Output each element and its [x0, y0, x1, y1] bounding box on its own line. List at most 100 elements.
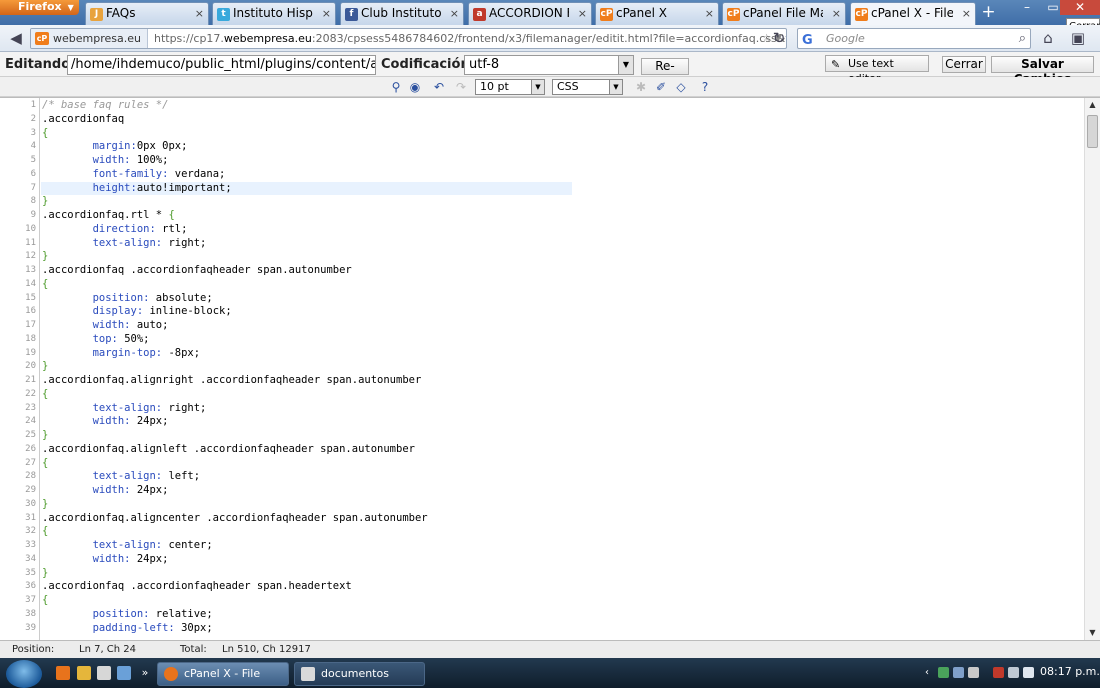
taskbar-item-firefox[interactable]: cPanel X - File Mana...	[157, 662, 289, 686]
search-input[interactable]: G Google ⌕	[797, 28, 1031, 49]
taskbar-item-label: cPanel X - File Mana...	[184, 667, 261, 680]
taskbar-item-label: documentos	[321, 667, 389, 680]
close-icon[interactable]: ×	[962, 3, 971, 24]
scroll-down-icon[interactable]: ▼	[1085, 626, 1100, 640]
help-icon[interactable]: ?	[697, 79, 713, 95]
code-line: .accordionfaq .accordionfaqheader span.a…	[42, 264, 352, 276]
close-icon[interactable]: ×	[450, 3, 459, 24]
browser-tab[interactable]: cPcPanel File Manag... ×	[722, 2, 846, 25]
search-icon[interactable]: ⚲	[388, 79, 404, 95]
taskbar-item-documentos[interactable]: documentos	[294, 662, 425, 686]
browser-tab[interactable]: aACCORDION FAQ... ×	[468, 2, 592, 25]
reopen-button[interactable]: Re-open	[641, 58, 689, 88]
line-number: 5	[30, 155, 36, 165]
minimize-button[interactable]: –	[1014, 0, 1040, 15]
encoding-select[interactable]: utf-8 ▼	[464, 55, 634, 75]
browser-tab[interactable]: cPcPanel X - File Ma... ×	[850, 2, 976, 25]
font-size-select[interactable]: 10 pt ▼	[475, 79, 545, 95]
browser-tab[interactable]: fClub Instituto His... ×	[340, 2, 464, 25]
close-icon[interactable]: ×	[832, 3, 841, 24]
folder-icon[interactable]	[77, 666, 91, 680]
line-number: 27	[25, 457, 36, 468]
line-number: 7	[30, 182, 36, 193]
back-arrow-icon[interactable]: ◀	[5, 28, 27, 48]
use-text-editor-button[interactable]: ✎ Use text editor	[825, 55, 929, 85]
clock[interactable]: 08:17 p.m.	[1040, 665, 1100, 678]
cpanel-icon: cP	[855, 8, 868, 21]
addon-icon[interactable]: ▣	[1067, 28, 1089, 48]
desktop-icon[interactable]	[117, 666, 131, 680]
line-number: 37	[25, 595, 36, 605]
site-identity[interactable]: cP webempresa.eu	[31, 29, 148, 48]
undo-icon[interactable]: ↶	[431, 79, 447, 95]
code-line: position: absolute;	[92, 291, 213, 304]
chevron-right-icon[interactable]: »	[138, 666, 152, 680]
url-domain: webempresa.eu	[223, 32, 312, 45]
close-editor-button[interactable]: Cerrar	[942, 56, 986, 73]
close-icon[interactable]: ×	[322, 3, 331, 24]
cpanel-icon: cP	[727, 8, 740, 21]
code-line: text-align: left;	[92, 470, 201, 483]
flag-icon[interactable]	[993, 667, 1004, 678]
code-line: text-align: center;	[92, 539, 213, 551]
eraser-icon[interactable]: ◇	[673, 79, 689, 95]
antivirus-icon[interactable]	[938, 667, 949, 678]
navigation-bar: ◀ cP webempresa.eu https://cp17.webempresa…	[0, 25, 1100, 52]
network-icon[interactable]	[953, 667, 964, 678]
close-window-button[interactable]: ✕	[1060, 0, 1100, 15]
line-number: 6	[30, 168, 36, 179]
browser-tab[interactable]: tInstituto Hispanic... ×	[212, 2, 336, 25]
search-icon[interactable]: ⌕	[1019, 29, 1026, 48]
code-line: width: 24px;	[92, 552, 169, 565]
redo-icon[interactable]: ↷	[453, 79, 469, 95]
code-line: .accordionfaq.rtl * {	[42, 209, 175, 221]
code-line: .accordionfaq .accordionfaqheader span.h…	[42, 580, 352, 593]
position-value: Ln 7, Ch 24	[79, 644, 137, 655]
save-changes-button[interactable]: Salvar Cambios	[991, 56, 1094, 86]
file-path-field[interactable]: /home/ihdemuco/public_html/plugins/conte…	[67, 55, 376, 75]
twitter-icon: t	[217, 8, 230, 21]
browser-tab[interactable]: cP cPanel X ×	[595, 2, 719, 25]
line-number: 8	[30, 196, 36, 207]
highlight-icon[interactable]: ✱	[633, 79, 649, 95]
brush-icon[interactable]: ✐	[653, 79, 669, 95]
browser-tab[interactable]: J FAQs ×	[85, 2, 209, 25]
new-tab-button[interactable]: +	[977, 3, 1000, 23]
media-player-icon[interactable]	[97, 666, 111, 680]
reload-icon[interactable]: ↻	[768, 28, 790, 48]
code-line: margin:0px 0px;	[92, 140, 188, 153]
facebook-icon: f	[345, 8, 358, 21]
code-editor[interactable]: 1 2 3 4 5 6 7 8 9 10 11 12 13 14 15 16 17 18 19 20 21 22 23 24 2…	[0, 97, 1100, 640]
close-icon[interactable]: ×	[578, 3, 587, 24]
firefox-menu-button[interactable]: Firefox ▼	[0, 0, 79, 15]
firefox-icon	[164, 667, 178, 681]
tray-app-icon[interactable]	[968, 667, 979, 678]
code-line: font-family: verdana;	[92, 167, 226, 180]
firefox-icon[interactable]	[56, 666, 70, 680]
search-placeholder: Google	[826, 32, 865, 45]
close-icon[interactable]: ×	[705, 3, 714, 24]
total-value: Ln 510, Ch 12917	[222, 644, 311, 655]
code-line: {	[42, 456, 49, 469]
code-line: width: 24px;	[92, 484, 169, 496]
volume-icon[interactable]	[1023, 667, 1034, 678]
code-line: {	[42, 277, 49, 290]
goto-line-icon[interactable]: ◉	[407, 79, 423, 95]
close-icon[interactable]: ×	[195, 3, 204, 24]
windows-taskbar: » cPanel X - File Mana... documentos ‹ 0…	[0, 658, 1100, 688]
position-label: Position:	[12, 644, 55, 655]
chevron-left-icon[interactable]: ‹	[925, 667, 936, 678]
line-number: 14	[25, 278, 36, 289]
scrollbar-thumb[interactable]	[1087, 115, 1098, 148]
syntax-select[interactable]: CSS ▼	[552, 79, 623, 95]
vertical-scrollbar[interactable]: ▲ ▼	[1084, 98, 1100, 640]
url-bar[interactable]: cP webempresa.eu https://cp17.webempresa.e…	[30, 28, 787, 49]
start-button[interactable]	[6, 660, 42, 688]
line-number: 29	[25, 485, 36, 495]
chevron-down-icon: ▼	[67, 3, 74, 12]
font-size-value: 10 pt	[480, 80, 509, 93]
power-icon[interactable]	[1008, 667, 1019, 678]
code-line: margin-top: -8px;	[92, 346, 201, 359]
scroll-up-icon[interactable]: ▲	[1085, 98, 1100, 112]
home-icon[interactable]: ⌂	[1037, 28, 1059, 48]
